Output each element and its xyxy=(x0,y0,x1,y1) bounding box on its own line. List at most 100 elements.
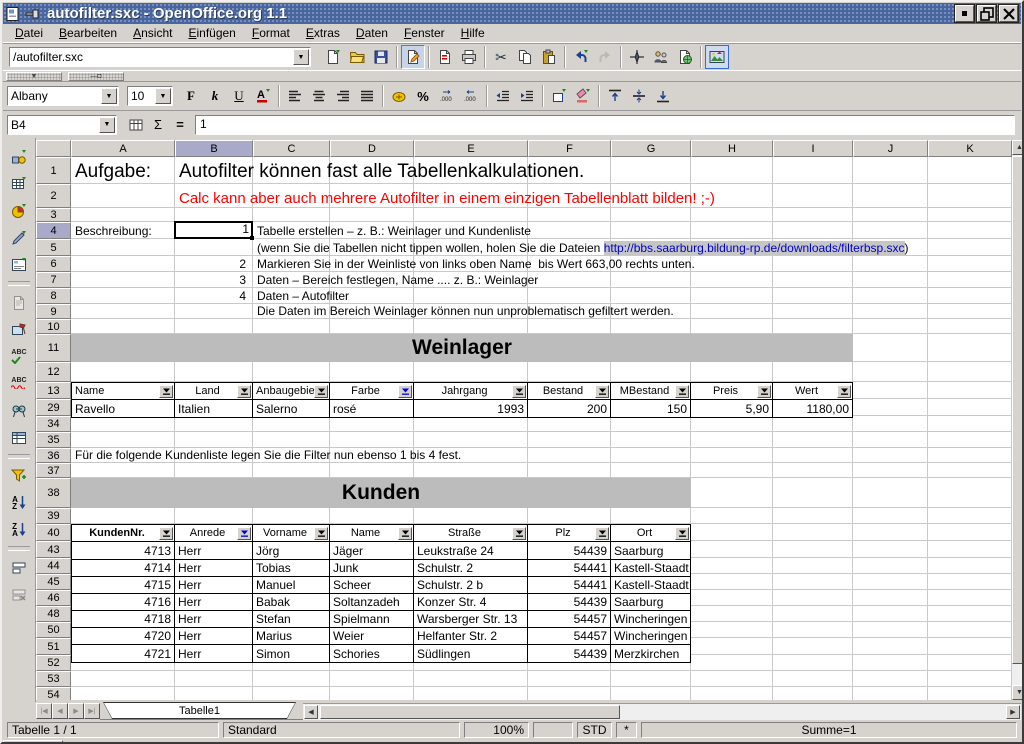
autofilter-dropdown-icon[interactable] xyxy=(159,527,173,540)
sort-descending-icon[interactable]: ZA xyxy=(6,517,32,542)
column-header-I[interactable]: I xyxy=(773,140,853,157)
save-icon[interactable] xyxy=(369,45,393,69)
table-cell[interactable]: 4721 xyxy=(71,644,175,663)
table-cell[interactable]: Schories xyxy=(329,644,414,663)
insert-chart-icon[interactable] xyxy=(6,198,32,223)
select-all-corner[interactable] xyxy=(36,140,71,157)
del-decimal-icon[interactable]: .000 xyxy=(459,84,483,108)
copy-icon[interactable] xyxy=(513,45,537,69)
table-cell[interactable]: 54439 xyxy=(527,644,611,663)
autofilter-dropdown-icon[interactable] xyxy=(398,385,412,398)
autofilter-dropdown-icon[interactable] xyxy=(398,527,412,540)
url-combobox[interactable]: /autofilter.sxc ▼ xyxy=(9,47,311,67)
formula-input[interactable]: 1 xyxy=(195,115,1015,135)
autofilter-icon[interactable] xyxy=(6,463,32,488)
web-document-icon[interactable] xyxy=(673,45,697,69)
row-header-35[interactable]: 35 xyxy=(36,432,71,448)
table-cell[interactable]: 54457 xyxy=(527,627,611,645)
menu-extras[interactable]: Extras xyxy=(298,24,348,42)
row-header-2[interactable]: 2 xyxy=(36,184,71,208)
horizontal-scroll-thumb[interactable] xyxy=(320,705,620,719)
autofilter-dropdown-icon[interactable] xyxy=(837,385,851,398)
table-cell[interactable]: Merzkirchen xyxy=(610,644,691,663)
data-sources-icon[interactable] xyxy=(649,45,673,69)
spellcheck-icon[interactable]: ABC xyxy=(6,344,32,369)
column-header-C[interactable]: C xyxy=(253,140,330,157)
autofilter-dropdown-icon[interactable] xyxy=(595,527,609,540)
table-cell[interactable]: Saarburg xyxy=(610,593,691,611)
navigator-icon[interactable] xyxy=(625,45,649,69)
column-header-A[interactable]: A xyxy=(71,140,175,157)
table-cell[interactable]: Salerno xyxy=(252,399,330,418)
table-cell[interactable]: rosé xyxy=(329,399,414,418)
align-top-icon[interactable] xyxy=(603,84,627,108)
toolbar-grip[interactable]: ▼ xyxy=(6,72,62,81)
hyperlink[interactable]: http://bbs.saarburg.bildung-rp.de/downlo… xyxy=(604,241,905,255)
column-header-F[interactable]: F xyxy=(528,140,611,157)
table-cell[interactable]: 54457 xyxy=(527,610,611,628)
autofilter-dropdown-icon[interactable] xyxy=(512,385,526,398)
row-header-50[interactable]: 50 xyxy=(36,622,71,638)
table-cell[interactable]: 150 xyxy=(610,399,691,418)
table-cell[interactable]: 54441 xyxy=(527,576,611,594)
align-right-icon[interactable] xyxy=(331,84,355,108)
insert-object-icon[interactable] xyxy=(6,144,32,169)
column-header-H[interactable]: H xyxy=(691,140,773,157)
autospellcheck-icon[interactable]: ABC xyxy=(6,371,32,396)
autofilter-dropdown-icon[interactable] xyxy=(512,527,526,540)
column-header-B[interactable]: B xyxy=(175,140,253,157)
row-header-11[interactable]: 11 xyxy=(36,334,71,362)
row-header-40[interactable]: 40 xyxy=(36,524,71,541)
table-cell[interactable]: Junk xyxy=(329,559,414,577)
table-cell[interactable]: Konzer Str. 4 xyxy=(413,593,528,611)
table-cell[interactable]: 1180,00 xyxy=(772,399,853,418)
row-header-9[interactable]: 9 xyxy=(36,304,71,319)
percent-icon[interactable]: % xyxy=(411,84,435,108)
menu-daten[interactable]: Daten xyxy=(348,24,396,42)
row-header-38[interactable]: 38 xyxy=(36,478,71,508)
row-header-1[interactable]: 1 xyxy=(36,157,71,184)
title-bar[interactable]: autofilter.sxc - OpenOffice.org 1.1 xyxy=(3,3,1021,24)
row-header-44[interactable]: 44 xyxy=(36,558,71,574)
font-color-icon[interactable]: A xyxy=(251,84,275,108)
url-dropdown-icon[interactable]: ▼ xyxy=(293,49,309,65)
undo-icon[interactable] xyxy=(569,45,593,69)
row-header-29[interactable]: 29 xyxy=(36,399,71,416)
align-vcenter-icon[interactable] xyxy=(627,84,651,108)
column-header-J[interactable]: J xyxy=(853,140,928,157)
choose-themes-icon[interactable] xyxy=(6,317,32,342)
name-box[interactable]: B4 ▼ xyxy=(7,115,117,135)
table-cell[interactable]: Saarburg xyxy=(610,541,691,560)
table-cell[interactable]: Jäger xyxy=(329,541,414,560)
cut-icon[interactable]: ✂ xyxy=(489,45,513,69)
table-cell[interactable]: Herr xyxy=(174,559,253,577)
decrease-indent-icon[interactable] xyxy=(491,84,515,108)
table-cell[interactable]: 4713 xyxy=(71,541,175,560)
form-controls-icon[interactable] xyxy=(6,252,32,277)
table-cell[interactable]: Schulstr. 2 b xyxy=(413,576,528,594)
menu-einfgen[interactable]: Einfügen xyxy=(180,24,243,42)
bold-icon[interactable]: F xyxy=(179,84,203,108)
table-cell[interactable]: 4718 xyxy=(71,610,175,628)
row-header-51[interactable]: 51 xyxy=(36,638,71,655)
row-header-4[interactable]: 4 xyxy=(36,222,71,239)
data-sources-view-icon[interactable] xyxy=(6,425,32,450)
font-size-value[interactable]: 10 xyxy=(128,89,154,103)
horizontal-scrollbar[interactable]: ◀ ▶ xyxy=(303,703,1021,720)
sheet-tab-tabelle1[interactable]: Tabelle1 xyxy=(103,702,296,719)
font-name-combobox[interactable]: Albany ▼ xyxy=(7,86,119,106)
row-header-12[interactable]: 12 xyxy=(36,362,71,382)
minimize-button[interactable] xyxy=(955,5,974,22)
scroll-left-icon[interactable]: ◀ xyxy=(304,705,318,719)
increase-indent-icon[interactable] xyxy=(515,84,539,108)
table-cell[interactable]: 200 xyxy=(527,399,611,418)
function-wizard-icon[interactable] xyxy=(125,115,147,135)
table-cell[interactable]: Leukstraße 24 xyxy=(413,541,528,560)
table-cell[interactable]: Schulstr. 2 xyxy=(413,559,528,577)
name-box-dropdown-icon[interactable]: ▼ xyxy=(99,117,115,133)
font-name-value[interactable]: Albany xyxy=(8,89,100,103)
menu-format[interactable]: Format xyxy=(244,24,298,42)
background-color-icon[interactable] xyxy=(571,84,595,108)
next-sheet-icon[interactable]: ▶ xyxy=(68,703,84,719)
column-header-K[interactable]: K xyxy=(928,140,1012,157)
